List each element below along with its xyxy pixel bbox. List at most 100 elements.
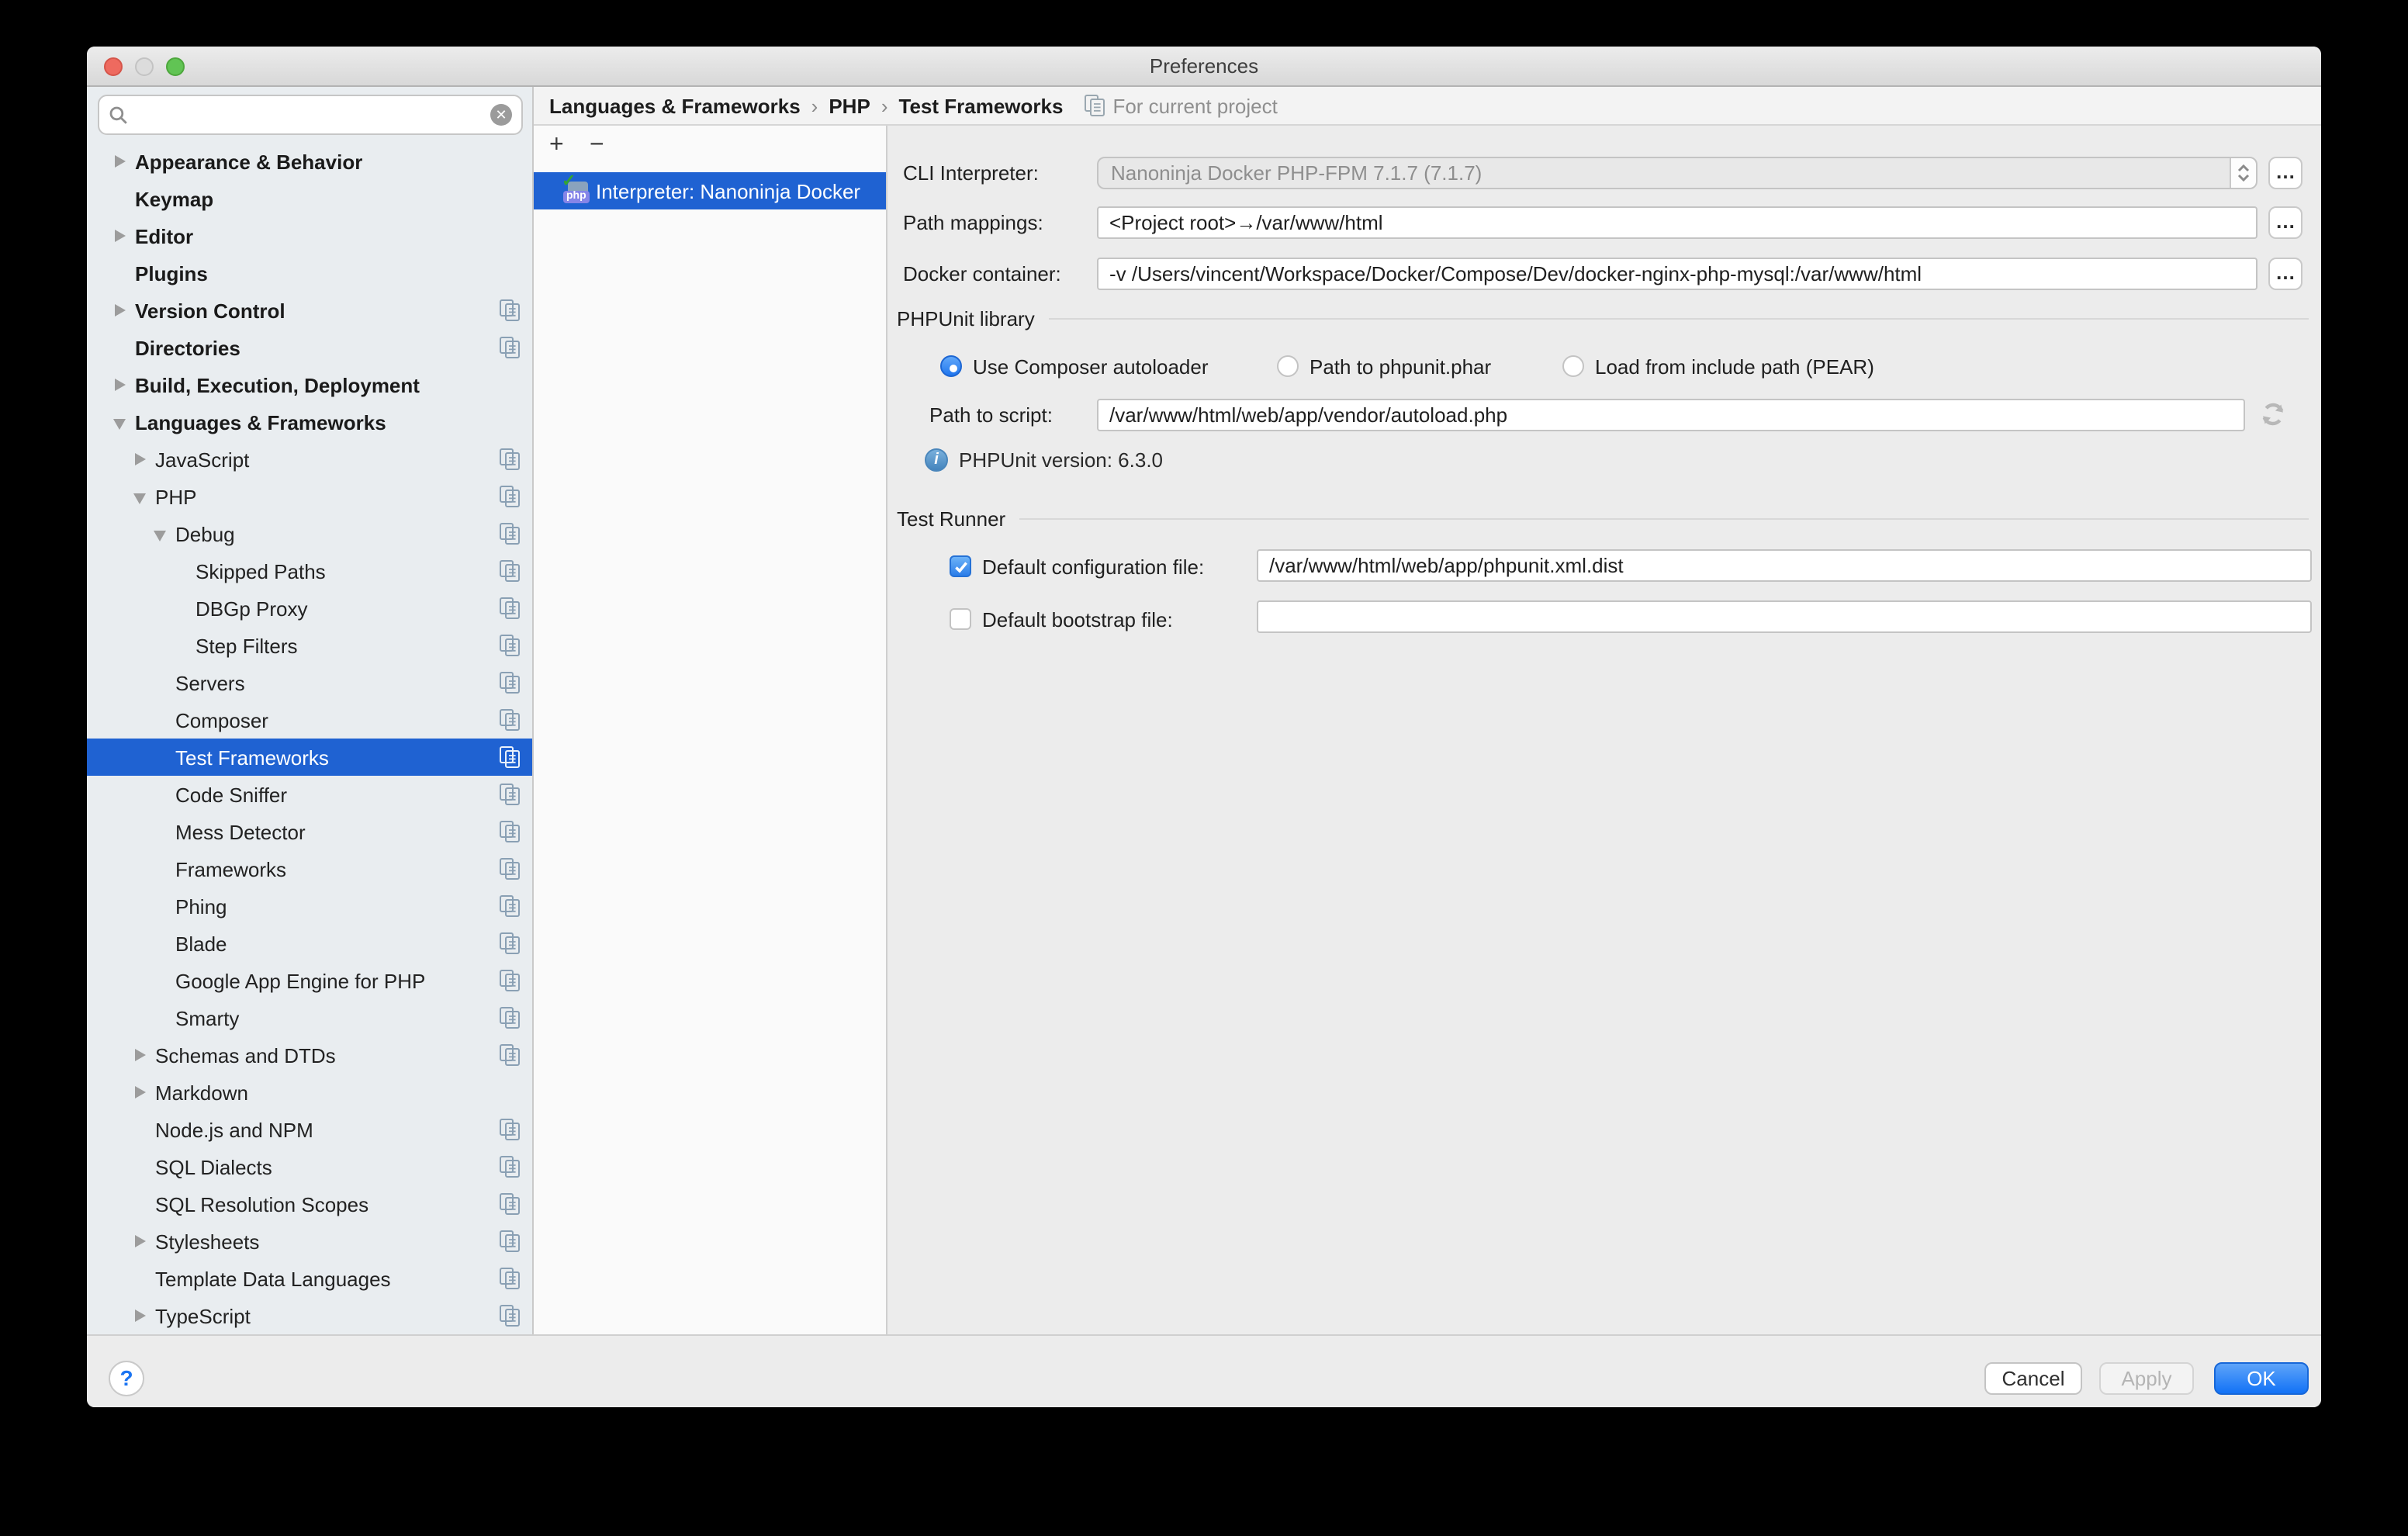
breadcrumb-segment[interactable]: Test Frameworks xyxy=(899,94,1064,117)
default-configuration-file-field[interactable]: /var/www/html/web/app/phpunit.xml.dist xyxy=(1257,549,2312,582)
tree-collapsed-arrow-icon[interactable] xyxy=(133,1234,147,1248)
sidebar-item-test-frameworks[interactable]: Test Frameworks xyxy=(87,739,532,776)
interpreter-list-item[interactable]: php✓ Interpreter: Nanoninja Docker xyxy=(534,172,886,209)
zoom-window-button[interactable] xyxy=(166,57,185,75)
sidebar-item-label: SQL Resolution Scopes xyxy=(155,1192,368,1216)
sidebar-item-markdown[interactable]: Markdown xyxy=(87,1074,532,1111)
cli-interpreter-browse-button[interactable]: … xyxy=(2268,157,2302,189)
sidebar-item-phing[interactable]: Phing xyxy=(87,887,532,925)
sidebar-item-plugins[interactable]: Plugins xyxy=(87,254,532,292)
search-input[interactable] xyxy=(129,102,490,128)
sidebar-item-stylesheets[interactable]: Stylesheets xyxy=(87,1223,532,1260)
sidebar-item-languages-frameworks[interactable]: Languages & Frameworks xyxy=(87,403,532,441)
sidebar-item-label: Template Data Languages xyxy=(155,1267,391,1290)
sidebar-item-node-js-and-npm[interactable]: Node.js and NPM xyxy=(87,1111,532,1148)
sidebar-item-label: Node.js and NPM xyxy=(155,1118,313,1141)
apply-button[interactable]: Apply xyxy=(2099,1362,2194,1395)
sidebar-item-smarty[interactable]: Smarty xyxy=(87,999,532,1036)
sidebar-item-directories[interactable]: Directories xyxy=(87,329,532,366)
sidebar-item-label: Frameworks xyxy=(175,857,286,880)
breadcrumb-segment[interactable]: PHP xyxy=(829,94,870,117)
ok-button[interactable]: OK xyxy=(2214,1362,2309,1395)
docker-container-field[interactable]: -v /Users/vincent/Workspace/Docker/Compo… xyxy=(1097,258,2258,290)
per-project-icon xyxy=(1085,95,1105,116)
sidebar-item-javascript[interactable]: JavaScript xyxy=(87,441,532,478)
sidebar-item-sql-resolution-scopes[interactable]: SQL Resolution Scopes xyxy=(87,1185,532,1223)
sidebar-item-php[interactable]: PHP xyxy=(87,478,532,515)
radio-icon xyxy=(940,355,962,377)
sidebar-item-version-control[interactable]: Version Control xyxy=(87,292,532,329)
info-icon: i xyxy=(925,448,948,472)
per-project-icon xyxy=(500,858,520,880)
tree-expanded-arrow-icon[interactable] xyxy=(133,490,147,503)
add-interpreter-button[interactable]: + xyxy=(549,130,564,161)
per-project-icon xyxy=(500,1156,520,1178)
sidebar-item-step-filters[interactable]: Step Filters xyxy=(87,627,532,664)
sidebar-item-keymap[interactable]: Keymap xyxy=(87,180,532,217)
tree-expanded-arrow-icon[interactable] xyxy=(113,415,127,429)
radio-use-composer-autoloader[interactable]: Use Composer autoloader xyxy=(940,354,1209,379)
sidebar-item-label: Appearance & Behavior xyxy=(135,150,362,173)
cli-interpreter-select[interactable]: Nanoninja Docker PHP-FPM 7.1.7 (7.1.7) xyxy=(1097,157,2258,189)
tree-collapsed-arrow-icon[interactable] xyxy=(133,1309,147,1323)
sidebar-item-label: Mess Detector xyxy=(175,820,306,843)
sidebar-item-editor[interactable]: Editor xyxy=(87,217,532,254)
sidebar-item-label: Smarty xyxy=(175,1006,239,1029)
sidebar-item-debug[interactable]: Debug xyxy=(87,515,532,552)
reload-icon[interactable] xyxy=(2259,400,2287,436)
remove-interpreter-button[interactable]: − xyxy=(590,130,604,161)
sidebar-item-blade[interactable]: Blade xyxy=(87,925,532,962)
default-bootstrap-file-checkbox[interactable]: Default bootstrap file: xyxy=(950,607,1173,631)
sidebar-item-mess-detector[interactable]: Mess Detector xyxy=(87,813,532,850)
sidebar-item-servers[interactable]: Servers xyxy=(87,664,532,701)
breadcrumb-segment[interactable]: Languages & Frameworks xyxy=(549,94,801,117)
sidebar-item-label: PHP xyxy=(155,485,196,508)
tree-arrow-spacer xyxy=(113,266,127,280)
sidebar-item-template-data-languages[interactable]: Template Data Languages xyxy=(87,1260,532,1297)
sidebar-item-schemas-and-dtds[interactable]: Schemas and DTDs xyxy=(87,1036,532,1074)
sidebar-item-build-execution-deployment[interactable]: Build, Execution, Deployment xyxy=(87,366,532,403)
settings-search-box[interactable]: ✕ xyxy=(98,95,523,135)
sidebar-item-label: Keymap xyxy=(135,187,213,210)
per-project-icon xyxy=(500,784,520,805)
path-mappings-label: Path mappings: xyxy=(903,206,1043,239)
path-to-script-field[interactable]: /var/www/html/web/app/vendor/autoload.ph… xyxy=(1097,399,2245,431)
default-configuration-file-checkbox[interactable]: Default configuration file: xyxy=(950,554,1204,579)
tree-collapsed-arrow-icon[interactable] xyxy=(113,154,127,168)
sidebar-item-sql-dialects[interactable]: SQL Dialects xyxy=(87,1148,532,1185)
clear-search-icon[interactable]: ✕ xyxy=(490,104,512,126)
tree-collapsed-arrow-icon[interactable] xyxy=(113,229,127,243)
tree-collapsed-arrow-icon[interactable] xyxy=(133,452,147,466)
docker-container-browse-button[interactable]: … xyxy=(2268,258,2302,290)
tree-collapsed-arrow-icon[interactable] xyxy=(133,1048,147,1062)
sidebar-item-google-app-engine-for-php[interactable]: Google App Engine for PHP xyxy=(87,962,532,999)
per-project-icon xyxy=(500,448,520,470)
minimize-window-button[interactable] xyxy=(135,57,154,75)
tree-collapsed-arrow-icon[interactable] xyxy=(133,1085,147,1099)
sidebar-item-appearance-behavior[interactable]: Appearance & Behavior xyxy=(87,143,532,180)
title-bar[interactable]: Preferences xyxy=(87,47,2321,87)
tree-arrow-spacer xyxy=(154,825,168,839)
tree-arrow-spacer xyxy=(154,713,168,727)
checkbox-icon xyxy=(950,608,971,630)
sidebar-item-skipped-paths[interactable]: Skipped Paths xyxy=(87,552,532,590)
per-project-icon xyxy=(500,895,520,917)
default-bootstrap-file-field[interactable] xyxy=(1257,600,2312,633)
path-mappings-browse-button[interactable]: … xyxy=(2268,206,2302,239)
close-window-button[interactable] xyxy=(104,57,123,75)
cancel-button[interactable]: Cancel xyxy=(1984,1362,2082,1395)
sidebar-item-code-sniffer[interactable]: Code Sniffer xyxy=(87,776,532,813)
tree-arrow-spacer xyxy=(154,787,168,801)
sidebar-item-typescript[interactable]: TypeScript xyxy=(87,1297,532,1334)
tree-expanded-arrow-icon[interactable] xyxy=(154,527,168,541)
sidebar-item-composer[interactable]: Composer xyxy=(87,701,532,739)
help-button[interactable]: ? xyxy=(109,1361,144,1396)
sidebar-item-frameworks[interactable]: Frameworks xyxy=(87,850,532,887)
radio-load-from-include-path[interactable]: Load from include path (PEAR) xyxy=(1562,354,1874,379)
radio-path-to-phpunit-phar[interactable]: Path to phpunit.phar xyxy=(1277,354,1491,379)
per-project-icon xyxy=(500,1119,520,1140)
tree-collapsed-arrow-icon[interactable] xyxy=(113,303,127,317)
sidebar-item-dbgp-proxy[interactable]: DBGp Proxy xyxy=(87,590,532,627)
tree-collapsed-arrow-icon[interactable] xyxy=(113,378,127,392)
path-mappings-field[interactable]: <Project root>→/var/www/html xyxy=(1097,206,2258,239)
